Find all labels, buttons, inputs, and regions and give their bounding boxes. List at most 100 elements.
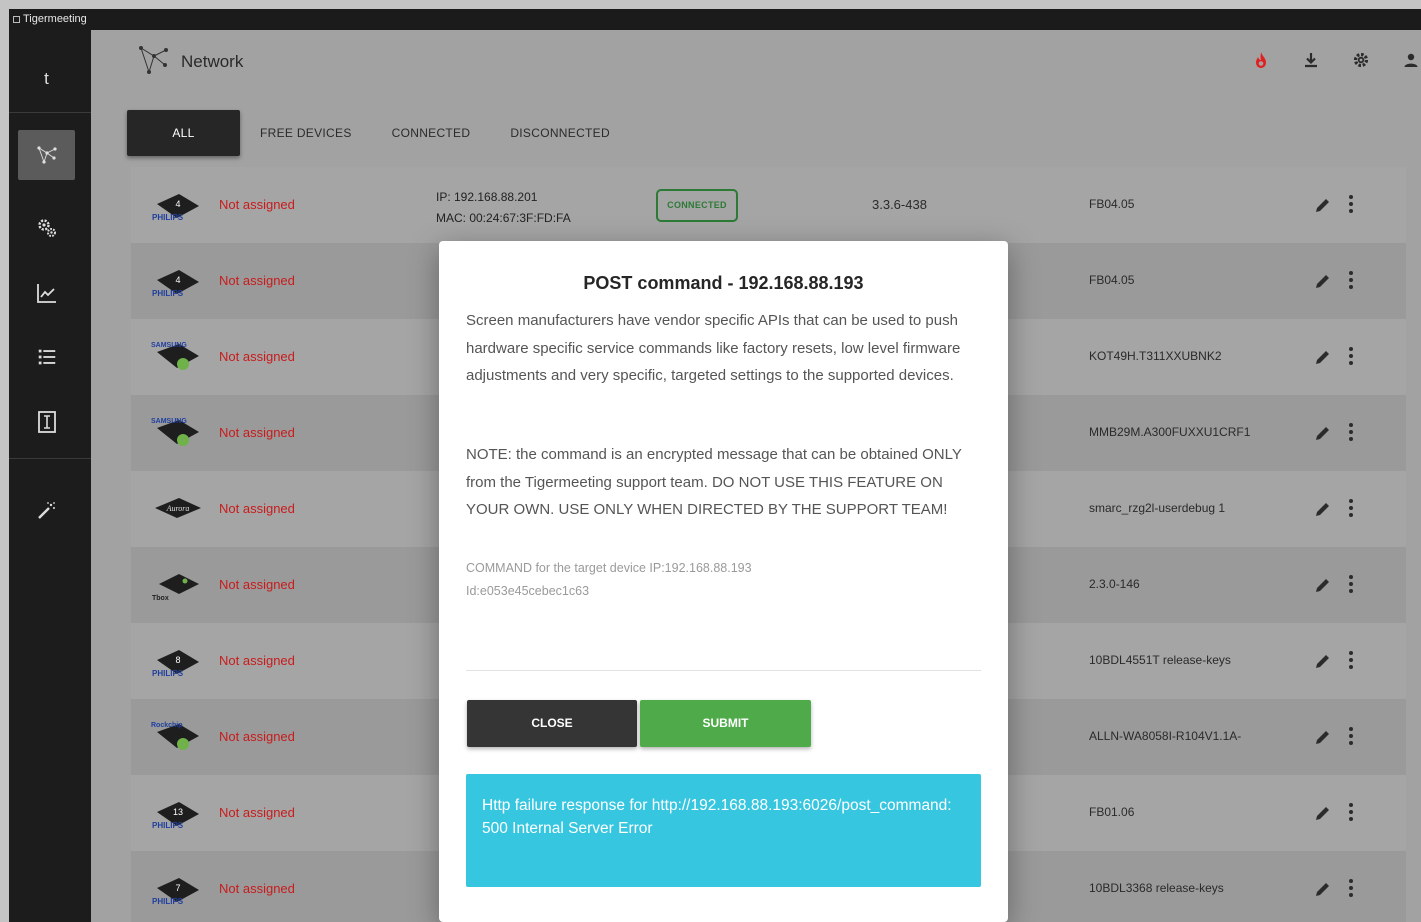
- user-avatar[interactable]: t: [18, 54, 75, 104]
- sidebar-item-text[interactable]: [18, 397, 75, 447]
- edit-icon[interactable]: [1313, 803, 1333, 823]
- mac-address: MAC: 00:24:67:3F:FD:FA: [436, 211, 571, 225]
- device-thumbnail: 4 PHILIPS: [149, 262, 207, 298]
- error-alert: Http failure response for http://192.168…: [466, 774, 981, 887]
- device-badge: 7: [175, 883, 180, 893]
- more-vert-icon[interactable]: [1346, 345, 1356, 367]
- topbar: Network: [91, 30, 1421, 90]
- sidebar: t: [9, 30, 91, 922]
- more-vert-icon[interactable]: [1346, 421, 1356, 443]
- close-button[interactable]: CLOSE: [467, 700, 637, 747]
- submit-button[interactable]: SUBMIT: [640, 700, 811, 747]
- device-thumbnail: 13 PHILIPS: [149, 794, 207, 830]
- device-brand: Tbox: [152, 595, 169, 602]
- window-titlebar: Tigermeeting: [9, 9, 1421, 30]
- assignment-label[interactable]: Not assigned: [219, 197, 295, 212]
- device-thumbnail: 4 PHILIPS: [149, 186, 207, 222]
- firmware-version: 2.3.0-146: [1089, 577, 1140, 591]
- sidebar-item-magic[interactable]: [18, 485, 75, 535]
- tab-free-devices[interactable]: FREE DEVICES: [240, 110, 372, 156]
- list-icon: [38, 349, 55, 365]
- more-vert-icon[interactable]: [1346, 497, 1356, 519]
- command-input[interactable]: COMMAND for the target device IP:192.168…: [466, 557, 866, 603]
- more-vert-icon[interactable]: [1346, 193, 1356, 215]
- device-brand: PHILIPS: [152, 289, 184, 298]
- assignment-label[interactable]: Not assigned: [219, 653, 295, 668]
- fire-icon[interactable]: [1251, 50, 1271, 70]
- assignment-label[interactable]: Not assigned: [219, 805, 295, 820]
- network-info: IP: 192.168.88.201 MAC: 00:24:67:3F:FD:F…: [436, 187, 571, 229]
- firmware-version: 10BDL4551T release-keys: [1089, 653, 1231, 667]
- device-brand: PHILIPS: [152, 897, 184, 906]
- window-title: Tigermeeting: [23, 13, 87, 25]
- assignment-label[interactable]: Not assigned: [219, 881, 295, 896]
- edit-icon[interactable]: [1313, 651, 1333, 671]
- status-badge: CONNECTED: [656, 189, 738, 222]
- assignment-label[interactable]: Not assigned: [219, 501, 295, 516]
- tab-all[interactable]: ALL: [127, 110, 240, 156]
- top-actions: [1251, 50, 1421, 70]
- device-brand: Aurora: [166, 504, 190, 513]
- app-version: 3.3.6-438: [872, 197, 927, 212]
- edit-icon[interactable]: [1313, 271, 1333, 291]
- tab-disconnected[interactable]: DISCONNECTED: [490, 110, 630, 156]
- edit-icon[interactable]: [1313, 195, 1333, 215]
- device-brand: PHILIPS: [152, 213, 184, 222]
- device-badge: 13: [173, 807, 183, 817]
- sidebar-item-statistics[interactable]: [18, 268, 75, 318]
- sidebar-item-network[interactable]: [18, 130, 75, 180]
- device-brand: PHILIPS: [152, 821, 184, 830]
- device-row[interactable]: 4 PHILIPS Not assigned IP: 192.168.88.201…: [131, 167, 1406, 243]
- device-thumbnail: 8 PHILIPS: [149, 642, 207, 678]
- tab-connected[interactable]: CONNECTED: [372, 110, 491, 156]
- device-thumbnail: Tbox: [149, 566, 207, 602]
- app-icon: [13, 15, 20, 23]
- more-vert-icon[interactable]: [1346, 573, 1356, 595]
- edit-icon[interactable]: [1313, 879, 1333, 899]
- edit-icon[interactable]: [1313, 499, 1333, 519]
- command-field-label: COMMAND for the target device IP:192.168…: [466, 561, 752, 575]
- device-brand: PHILIPS: [152, 669, 184, 678]
- edit-icon[interactable]: [1313, 423, 1333, 443]
- firmware-version: KOT49H.T311XXUBNK2: [1089, 349, 1222, 363]
- device-thumbnail: 7 PHILIPS: [149, 870, 207, 906]
- firmware-version: MMB29M.A300FUXXU1CRF1: [1089, 425, 1251, 439]
- filter-tabs: ALL FREE DEVICES CONNECTED DISCONNECTED: [127, 110, 630, 156]
- device-thumbnail: SAMSUNG: [149, 414, 207, 450]
- more-vert-icon[interactable]: [1346, 649, 1356, 671]
- command-device-id: Id:e053e45cebec1c63: [466, 584, 590, 598]
- network-header-icon: [139, 46, 168, 74]
- gear-icon[interactable]: [1351, 50, 1371, 70]
- device-thumbnail: Rockchip: [149, 718, 207, 754]
- device-badge: 4: [175, 275, 180, 285]
- account-icon[interactable]: [1401, 50, 1421, 70]
- command-input-underline: [466, 670, 981, 671]
- edit-icon[interactable]: [1313, 727, 1333, 747]
- more-vert-icon[interactable]: [1346, 269, 1356, 291]
- firmware-version: FB01.06: [1089, 805, 1135, 819]
- device-thumbnail: SAMSUNG: [149, 338, 207, 374]
- more-vert-icon[interactable]: [1346, 725, 1356, 747]
- assignment-label[interactable]: Not assigned: [219, 273, 295, 288]
- assignment-label[interactable]: Not assigned: [219, 425, 295, 440]
- edit-icon[interactable]: [1313, 575, 1333, 595]
- assignment-label[interactable]: Not assigned: [219, 577, 295, 592]
- dialog-warning-note: NOTE: the command is an encrypted messag…: [466, 446, 962, 518]
- magic-wand-icon: [37, 502, 55, 519]
- edit-icon[interactable]: [1313, 347, 1333, 367]
- sidebar-item-list[interactable]: [18, 332, 75, 382]
- chart-icon: [36, 284, 56, 303]
- dialog-title: POST command - 192.168.88.193: [583, 273, 864, 293]
- device-badge: 8: [175, 655, 180, 665]
- device-badge: 4: [175, 199, 180, 209]
- firmware-version: FB04.05: [1089, 197, 1135, 211]
- more-vert-icon[interactable]: [1346, 801, 1356, 823]
- sidebar-item-settings[interactable]: [18, 203, 75, 253]
- gears-icon: [37, 219, 56, 237]
- device-thumbnail: Aurora: [149, 490, 207, 526]
- assignment-label[interactable]: Not assigned: [219, 729, 295, 744]
- assignment-label[interactable]: Not assigned: [219, 349, 295, 364]
- more-vert-icon[interactable]: [1346, 877, 1356, 899]
- download-icon[interactable]: [1301, 50, 1321, 70]
- post-command-dialog: POST command - 192.168.88.193 Screen man…: [439, 241, 1008, 922]
